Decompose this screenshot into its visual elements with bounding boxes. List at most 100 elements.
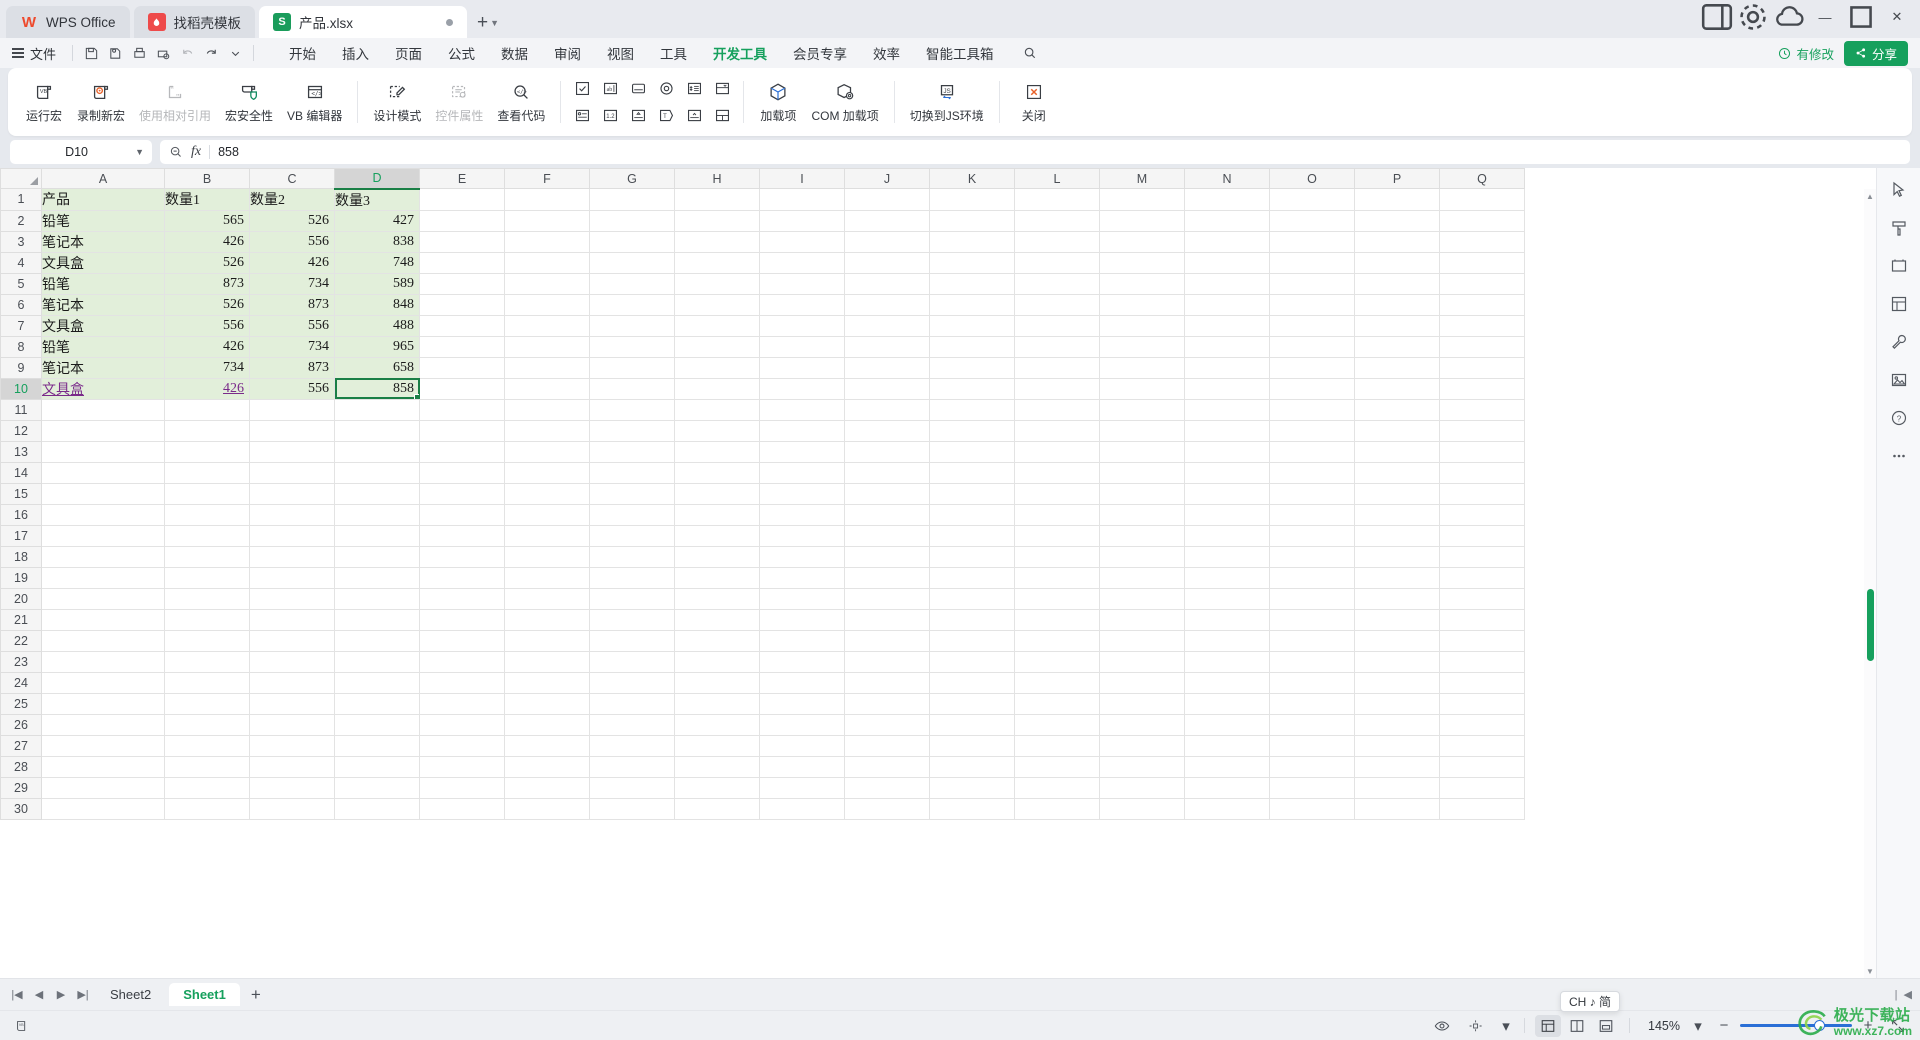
close-designer-button[interactable]: 关闭	[1008, 78, 1060, 126]
cell-H15[interactable]	[674, 483, 760, 505]
cell-C1[interactable]: 数量2	[249, 188, 335, 211]
cell-K3[interactable]	[929, 231, 1015, 253]
cell-I20[interactable]	[759, 588, 845, 610]
cell-O5[interactable]	[1269, 273, 1355, 295]
cell-E4[interactable]	[419, 252, 505, 274]
cell-J3[interactable]	[844, 231, 930, 253]
cell-F25[interactable]	[504, 693, 590, 715]
new-tab-button[interactable]: + ▼	[471, 13, 505, 38]
cell-B4[interactable]: 526	[164, 252, 250, 274]
cell-J16[interactable]	[844, 504, 930, 526]
cell-Q22[interactable]	[1439, 630, 1525, 652]
cell-P17[interactable]	[1354, 525, 1440, 547]
column-header-n[interactable]: N	[1184, 168, 1270, 189]
zoom-out-button[interactable]: −	[1716, 1017, 1732, 1034]
sidebar-toggle-icon[interactable]	[1700, 4, 1734, 30]
cell-C19[interactable]	[249, 567, 335, 589]
cell-F26[interactable]	[504, 714, 590, 736]
cell-C30[interactable]	[249, 798, 335, 820]
cell-J20[interactable]	[844, 588, 930, 610]
cell-K17[interactable]	[929, 525, 1015, 547]
cell-B10[interactable]: 426	[164, 378, 250, 400]
cell-A21[interactable]	[41, 609, 165, 631]
cell-C12[interactable]	[249, 420, 335, 442]
row-header-18[interactable]: 18	[0, 545, 42, 568]
cell-K4[interactable]	[929, 252, 1015, 274]
cell-N16[interactable]	[1184, 504, 1270, 526]
cell-E17[interactable]	[419, 525, 505, 547]
row-header-4[interactable]: 4	[0, 251, 42, 274]
cell-O10[interactable]	[1269, 378, 1355, 400]
cell-H4[interactable]	[674, 252, 760, 274]
cell-H19[interactable]	[674, 567, 760, 589]
cell-K30[interactable]	[929, 798, 1015, 820]
cell-L22[interactable]	[1014, 630, 1100, 652]
cell-K8[interactable]	[929, 336, 1015, 358]
cell-C18[interactable]	[249, 546, 335, 568]
cell-G30[interactable]	[589, 798, 675, 820]
cell-B22[interactable]	[164, 630, 250, 652]
cell-O17[interactable]	[1269, 525, 1355, 547]
first-sheet-icon[interactable]: |◀	[8, 984, 26, 1006]
cell-F24[interactable]	[504, 672, 590, 694]
cell-Q6[interactable]	[1439, 294, 1525, 316]
normal-view-icon[interactable]	[1535, 1014, 1561, 1037]
cell-N20[interactable]	[1184, 588, 1270, 610]
cell-A11[interactable]	[41, 399, 165, 421]
spreadsheet-grid[interactable]: ABCDEFGHIJKLMNOPQ 1 产品 数量1 数量2 数量3 2 铅笔 565 526 4…	[0, 168, 1876, 978]
cell-M4[interactable]	[1099, 252, 1185, 274]
cell-J14[interactable]	[844, 462, 930, 484]
cell-M26[interactable]	[1099, 714, 1185, 736]
cell-O29[interactable]	[1269, 777, 1355, 799]
row-header-5[interactable]: 5	[0, 272, 42, 295]
cell-K26[interactable]	[929, 714, 1015, 736]
cell-P28[interactable]	[1354, 756, 1440, 778]
cell-E28[interactable]	[419, 756, 505, 778]
cell-H2[interactable]	[674, 210, 760, 232]
cell-M14[interactable]	[1099, 462, 1185, 484]
cell-Q29[interactable]	[1439, 777, 1525, 799]
cell-L10[interactable]	[1014, 378, 1100, 400]
vertical-scrollbar[interactable]: ▲ ▼	[1864, 189, 1876, 978]
add-sheet-button[interactable]: +	[244, 984, 268, 1006]
cell-M9[interactable]	[1099, 357, 1185, 379]
save-status-badge[interactable]: 有修改	[1778, 44, 1834, 63]
cell-P15[interactable]	[1354, 483, 1440, 505]
cell-C20[interactable]	[249, 588, 335, 610]
cell-G12[interactable]	[589, 420, 675, 442]
redo-icon[interactable]	[199, 42, 223, 64]
cell-K14[interactable]	[929, 462, 1015, 484]
column-header-a[interactable]: A	[41, 168, 165, 189]
cell-H3[interactable]	[674, 231, 760, 253]
cell-J23[interactable]	[844, 651, 930, 673]
cell-F30[interactable]	[504, 798, 590, 820]
cell-B19[interactable]	[164, 567, 250, 589]
cell-H23[interactable]	[674, 651, 760, 673]
cell-N14[interactable]	[1184, 462, 1270, 484]
cell-D21[interactable]	[334, 609, 420, 631]
cell-I16[interactable]	[759, 504, 845, 526]
cell-A18[interactable]	[41, 546, 165, 568]
cell-G24[interactable]	[589, 672, 675, 694]
cell-P13[interactable]	[1354, 441, 1440, 463]
cell-E2[interactable]	[419, 210, 505, 232]
cell-E14[interactable]	[419, 462, 505, 484]
cell-D28[interactable]	[334, 756, 420, 778]
cell-F9[interactable]	[504, 357, 590, 379]
row-header-24[interactable]: 24	[0, 671, 42, 694]
cell-O2[interactable]	[1269, 210, 1355, 232]
cell-I14[interactable]	[759, 462, 845, 484]
cell-M3[interactable]	[1099, 231, 1185, 253]
addins-button[interactable]: 加载项	[752, 78, 804, 126]
tab-insert[interactable]: 插入	[329, 39, 382, 67]
cell-B5[interactable]: 873	[164, 273, 250, 295]
cell-B17[interactable]	[164, 525, 250, 547]
cell-F15[interactable]	[504, 483, 590, 505]
listbox-control-icon[interactable]	[569, 103, 595, 128]
row-header-26[interactable]: 26	[0, 713, 42, 736]
cell-D7[interactable]: 488	[334, 315, 420, 337]
cell-Q27[interactable]	[1439, 735, 1525, 757]
cell-C28[interactable]	[249, 756, 335, 778]
cell-B12[interactable]	[164, 420, 250, 442]
cell-E20[interactable]	[419, 588, 505, 610]
